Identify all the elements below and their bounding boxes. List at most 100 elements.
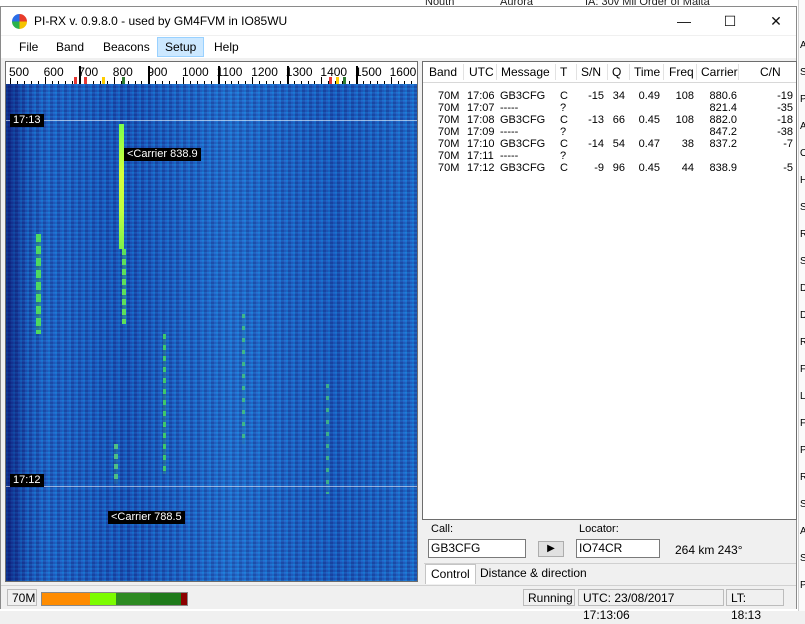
column-header[interactable]: C/N	[760, 65, 781, 79]
carrier-trace-strong	[119, 124, 124, 249]
table-cell: GB3CFG	[500, 114, 546, 126]
level-segment	[116, 593, 150, 605]
table-row[interactable]: 70M 17:12 GB3CFG C -9 96 0.45 44 838.9 -5	[423, 162, 796, 174]
menu-setup[interactable]: Setup	[157, 37, 205, 57]
table-cell: 17:11	[467, 150, 494, 162]
column-separator	[738, 64, 739, 80]
background-letter: S	[800, 67, 805, 78]
table-cell: 70M	[438, 162, 460, 174]
background-letter: A	[800, 40, 805, 51]
locator-label: Locator:	[579, 523, 619, 535]
level-segment	[42, 593, 90, 605]
frequency-label: 700	[78, 65, 99, 79]
background-letter: S	[800, 499, 805, 510]
table-cell: 70M	[438, 90, 460, 102]
title-bar[interactable]: PI-RX v. 0.9.8.0 - used by GM4FVM in IO8…	[1, 7, 796, 35]
frequency-major-tick	[44, 77, 46, 84]
background-letter: A	[800, 121, 805, 132]
background-letter: S	[800, 553, 805, 564]
table-row[interactable]: 70M 17:10 GB3CFG C -14 54 0.47 38 837.2 -7	[423, 138, 796, 150]
frequency-major-tick	[286, 66, 289, 84]
table-cell: 66	[612, 114, 625, 126]
maximize-button[interactable]: ☐	[707, 7, 753, 35]
background-letter: P	[800, 94, 805, 105]
frequency-major-tick	[148, 66, 151, 84]
table-row[interactable]: 70M 17:09 -----? 847.2 -38	[423, 126, 796, 138]
menu-help[interactable]: Help	[207, 38, 246, 56]
frequency-major-tick	[113, 77, 115, 84]
background-letter: F	[800, 418, 805, 429]
table-cell: 108	[675, 114, 694, 126]
signal-trace-faint	[326, 384, 329, 494]
table-row[interactable]: 70M 17:07 -----? 821.4 -35	[423, 102, 796, 114]
table-cell: 38	[681, 138, 694, 150]
table-cell: -18	[777, 114, 793, 126]
signal-trace-faint	[242, 314, 245, 444]
decode-table-header: Band UTC Message T S/N Q Time Freq Carrier C/N	[423, 62, 796, 83]
waterfall-spectrum[interactable]: 17:13 17:12 <Carrier 838.9 <Carrier 788.…	[6, 84, 417, 581]
table-row[interactable]: 70M 17:08 GB3CFG C -13 66 0.45 108 882.0 -18	[423, 114, 796, 126]
background-letter: H	[800, 175, 805, 186]
menu-band[interactable]: Band	[49, 38, 91, 56]
frequency-label: 600	[43, 65, 64, 79]
frequency-major-tick	[321, 77, 323, 84]
column-header[interactable]: Freq	[669, 65, 694, 79]
table-cell: -19	[777, 90, 793, 102]
table-cell: ?	[560, 126, 567, 138]
frequency-label: 900	[147, 65, 168, 79]
window-title: PI-RX v. 0.9.8.0 - used by GM4FVM in IO8…	[34, 14, 288, 28]
frequency-label: 500	[9, 65, 30, 79]
signal-trace-faint	[163, 334, 166, 474]
menu-file[interactable]: File	[12, 38, 45, 56]
call-field[interactable]: GB3CFG	[428, 539, 526, 558]
decode-table[interactable]: Band UTC Message T S/N Q Time Freq Carrier C/N 70…	[422, 61, 797, 520]
frequency-marker	[329, 77, 332, 84]
distance-direction-readout: 264 km 243°	[675, 543, 743, 557]
frequency-marker	[336, 77, 339, 84]
locator-field[interactable]: IO74CR	[576, 539, 660, 558]
menu-beacons[interactable]: Beacons	[96, 38, 157, 56]
table-row[interactable]: 70M 17:11 -----?	[423, 150, 796, 162]
column-header[interactable]: UTC	[469, 65, 494, 79]
time-marker-line	[6, 486, 417, 487]
column-header[interactable]: S/N	[581, 65, 601, 79]
table-cell: 882.0	[709, 114, 737, 126]
frequency-major-tick	[356, 66, 358, 84]
table-row[interactable]: 70M 17:06 GB3CFG C -15 34 0.49 108 880.6 -19	[423, 90, 796, 102]
play-button[interactable]: ▶	[538, 541, 564, 557]
close-button[interactable]: ✕	[753, 7, 799, 35]
column-separator	[663, 64, 664, 80]
background-letter: L	[800, 391, 805, 402]
tab-distance-direction[interactable]: Distance & direction	[475, 564, 592, 583]
level-segment	[90, 593, 116, 605]
column-header[interactable]: T	[560, 65, 567, 79]
table-cell: 847.2	[709, 126, 737, 138]
time-marker-label: 17:13	[10, 114, 44, 127]
waterfall-display[interactable]: 500 600 700 800 900 1000 1100 1200 1300 1400 1500 1…	[5, 61, 418, 582]
table-cell: 96	[612, 162, 625, 174]
signal-level-bar	[41, 592, 188, 606]
frequency-label: 1200	[251, 65, 278, 79]
table-cell: -----	[500, 150, 519, 162]
tab-control[interactable]: Control	[425, 564, 476, 584]
level-segment	[150, 593, 181, 605]
table-cell: -9	[594, 162, 604, 174]
column-header[interactable]: Time	[634, 65, 660, 79]
minimize-button[interactable]: —	[661, 7, 707, 35]
background-letter: P	[800, 445, 805, 456]
column-separator	[629, 64, 630, 80]
time-marker-label: 17:12	[10, 474, 44, 487]
column-header[interactable]: Band	[429, 65, 457, 79]
column-header[interactable]: Message	[501, 65, 550, 79]
frequency-label: 1000	[182, 65, 209, 79]
carrier-trace-fading	[122, 249, 126, 324]
frequency-marker	[74, 77, 77, 84]
background-letter: R	[800, 337, 805, 348]
table-cell: -----	[500, 126, 519, 138]
frequency-label: 1600	[389, 65, 417, 79]
background-letter: D	[800, 310, 805, 321]
column-header[interactable]: Q	[612, 65, 621, 79]
frequency-marker	[122, 77, 125, 84]
column-header[interactable]: Carrier	[701, 65, 738, 79]
table-cell: 108	[675, 90, 694, 102]
